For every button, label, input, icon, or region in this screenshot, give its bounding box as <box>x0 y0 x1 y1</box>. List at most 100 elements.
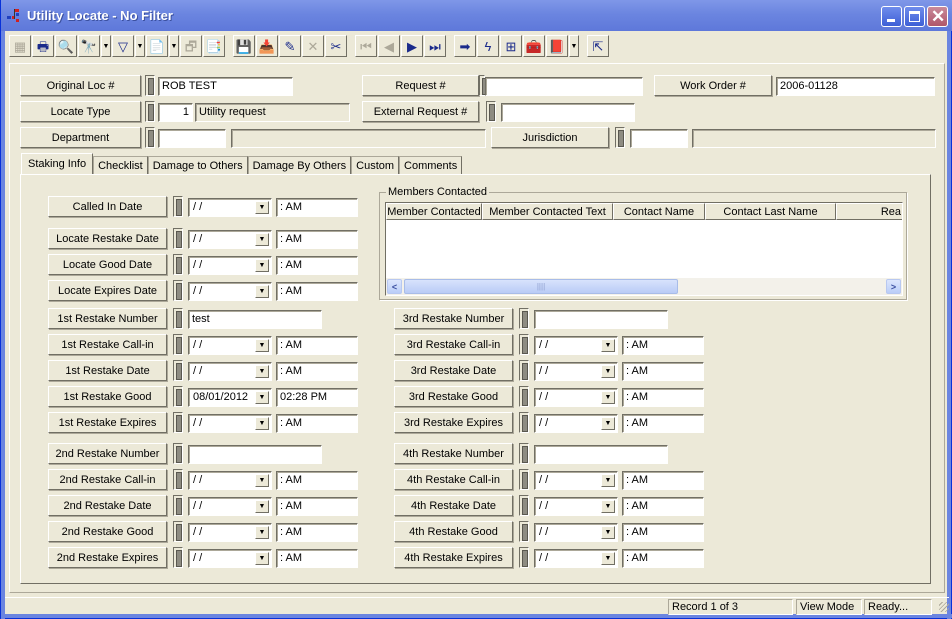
r1-expires-date-picker[interactable]: / / ▼ <box>188 414 272 433</box>
locate-good-grip[interactable] <box>173 254 183 275</box>
r3-good-time-input[interactable]: : AM <box>622 388 704 407</box>
r2-good-date-picker[interactable]: / / ▼ <box>188 523 272 542</box>
r4-expires-time-input[interactable]: : AM <box>622 549 704 568</box>
locate-expires-grip[interactable] <box>173 280 183 301</box>
last-record-button[interactable]: ⏭ <box>424 35 446 57</box>
department-grip[interactable] <box>145 127 155 148</box>
tab-staking-info[interactable]: Staking Info <box>21 153 94 174</box>
edit-pencil-button[interactable]: ✎ <box>279 35 301 57</box>
print-button[interactable]: 🖶 <box>32 35 54 57</box>
close-button[interactable]: ✕ <box>927 6 948 27</box>
r2-expires-time-input[interactable]: : AM <box>276 549 358 568</box>
locate-type-code-input[interactable]: 1 <box>158 103 193 122</box>
horizontal-scrollbar[interactable]: < |||| > <box>386 278 902 295</box>
r2-callin-button[interactable]: 2nd Restake Call-in <box>48 469 167 490</box>
r1-callin-time-input[interactable]: : AM <box>276 336 358 355</box>
tab-custom[interactable]: Custom <box>351 156 400 174</box>
r4-callin-button[interactable]: 4th Restake Call-in <box>394 469 513 490</box>
r1-number-input[interactable]: test <box>188 310 322 329</box>
previous-record-button[interactable]: ◀ <box>378 35 400 57</box>
tab-checklist[interactable]: Checklist <box>93 156 148 174</box>
r3-date-time-input[interactable]: : AM <box>622 362 704 381</box>
chevron-down-icon[interactable]: ▼ <box>601 552 615 565</box>
r1-date-date-picker[interactable]: / / ▼ <box>188 362 272 381</box>
called-in-time-input[interactable]: : AM <box>276 198 358 217</box>
r3-callin-grip[interactable] <box>519 334 529 355</box>
column-header-rea[interactable]: Rea <box>836 203 902 220</box>
r3-date-date-picker[interactable]: / / ▼ <box>534 362 618 381</box>
locate-good-date-picker[interactable]: / / ▼ <box>188 256 272 275</box>
find-button[interactable]: 🔭 <box>78 35 100 57</box>
help-book-button[interactable]: 📕 <box>546 35 568 57</box>
external-request-grip[interactable] <box>486 101 496 122</box>
external-request-button[interactable]: External Request # <box>362 101 479 122</box>
locate-expires-time-input[interactable]: : AM <box>276 282 358 301</box>
r4-good-date-picker[interactable]: / / ▼ <box>534 523 618 542</box>
first-record-button[interactable]: ⏮ <box>355 35 377 57</box>
chevron-down-icon[interactable]: ▼ <box>255 552 269 565</box>
chevron-down-icon[interactable]: ▼ <box>255 233 269 246</box>
called-in-button[interactable]: Called In Date <box>48 196 167 217</box>
chevron-down-icon[interactable]: ▼ <box>255 339 269 352</box>
chevron-down-icon[interactable]: ▼ <box>255 526 269 539</box>
print-preview-button[interactable]: 🔍 <box>55 35 77 57</box>
toolbox-button[interactable]: 🧰 <box>523 35 545 57</box>
r4-expires-grip[interactable] <box>519 547 529 568</box>
locate-restake-time-input[interactable]: : AM <box>276 230 358 249</box>
resize-grip-icon[interactable] <box>939 602 949 612</box>
tab-damage-by-others[interactable]: Damage By Others <box>247 156 352 174</box>
r1-date-grip[interactable] <box>173 360 183 381</box>
chevron-down-icon[interactable]: ▼ <box>255 285 269 298</box>
column-header-contact-name[interactable]: Contact Name <box>613 203 705 220</box>
r3-number-input[interactable] <box>534 310 668 329</box>
jurisdiction-code-input[interactable] <box>630 129 688 148</box>
chevron-down-icon[interactable]: ▼ <box>255 201 269 214</box>
r4-good-time-input[interactable]: : AM <box>622 523 704 542</box>
chevron-down-icon[interactable]: ▼ <box>255 259 269 272</box>
r1-number-grip[interactable] <box>173 308 183 329</box>
minimize-button[interactable] <box>881 6 902 27</box>
r2-number-button[interactable]: 2nd Restake Number <box>48 443 167 464</box>
department-code-input[interactable] <box>158 129 226 148</box>
r3-number-button[interactable]: 3rd Restake Number <box>394 308 513 329</box>
r2-expires-grip[interactable] <box>173 547 183 568</box>
help-book-dropdown[interactable]: ▼ <box>569 35 579 57</box>
r1-number-button[interactable]: 1st Restake Number <box>48 308 167 329</box>
chevron-down-icon[interactable]: ▼ <box>601 365 615 378</box>
r3-expires-date-picker[interactable]: / / ▼ <box>534 414 618 433</box>
r1-good-date-picker[interactable]: 08/01/2012 ▼ <box>188 388 272 407</box>
delete-button[interactable]: ✕ <box>302 35 324 57</box>
r1-expires-time-input[interactable]: : AM <box>276 414 358 433</box>
filter-dropdown[interactable]: ▼ <box>135 35 145 57</box>
request-input[interactable] <box>485 77 643 96</box>
r1-good-time-input[interactable]: 02:28 PM <box>276 388 358 407</box>
column-header-member-contacted[interactable]: Member Contacted <box>386 203 482 220</box>
tab-comments[interactable]: Comments <box>399 156 463 174</box>
hierarchy-button[interactable]: ⊞ <box>500 35 522 57</box>
department-button[interactable]: Department <box>20 127 141 148</box>
r4-number-input[interactable] <box>534 445 668 464</box>
filter-button[interactable]: ▽ <box>112 35 134 57</box>
r4-number-button[interactable]: 4th Restake Number <box>394 443 513 464</box>
r4-date-date-picker[interactable]: / / ▼ <box>534 497 618 516</box>
locate-restake-grip[interactable] <box>173 228 183 249</box>
find-dropdown[interactable]: ▼ <box>101 35 111 57</box>
form-view-button[interactable]: ▦ <box>9 35 31 57</box>
r2-expires-date-picker[interactable]: / / ▼ <box>188 549 272 568</box>
r2-number-grip[interactable] <box>173 443 183 464</box>
r4-good-grip[interactable] <box>519 521 529 542</box>
r2-expires-button[interactable]: 2nd Restake Expires <box>48 547 167 568</box>
called-in-date-picker[interactable]: / / ▼ <box>188 198 272 217</box>
request-button[interactable]: Request # <box>362 75 479 96</box>
jurisdiction-grip[interactable] <box>615 127 625 148</box>
next-record-button[interactable]: ▶ <box>401 35 423 57</box>
jurisdiction-button[interactable]: Jurisdiction <box>491 127 609 148</box>
r2-good-grip[interactable] <box>173 521 183 542</box>
r3-good-date-picker[interactable]: / / ▼ <box>534 388 618 407</box>
r2-date-button[interactable]: 2nd Restake Date <box>48 495 167 516</box>
r1-date-button[interactable]: 1st Restake Date <box>48 360 167 381</box>
r3-number-grip[interactable] <box>519 308 529 329</box>
r3-good-grip[interactable] <box>519 386 529 407</box>
r1-good-grip[interactable] <box>173 386 183 407</box>
column-header-member-contacted-text[interactable]: Member Contacted Text <box>482 203 613 220</box>
